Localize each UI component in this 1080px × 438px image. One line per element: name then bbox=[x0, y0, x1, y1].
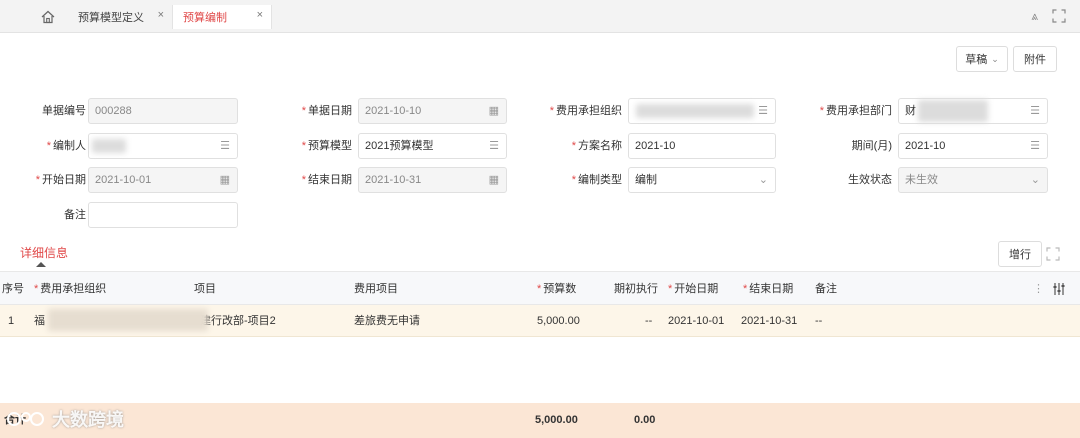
col-project: 项目 bbox=[194, 283, 216, 295]
fullscreen-icon[interactable] bbox=[1052, 9, 1066, 23]
plan-name-label: * 方案名称 bbox=[571, 140, 622, 152]
cell-seq: 1 bbox=[8, 315, 15, 327]
watermark-logo-icon bbox=[7, 412, 44, 426]
calendar-icon: ▦ bbox=[488, 105, 499, 117]
tab-bar: 预算模型定义 × 预算编制 × ⩓ bbox=[0, 0, 1080, 33]
detail-section-title[interactable]: 详细信息 bbox=[20, 244, 68, 261]
home-icon[interactable] bbox=[40, 9, 56, 25]
chevron-down-icon: ⌄ bbox=[991, 53, 999, 64]
doc-date-field: 2021-10-10 ▦ bbox=[358, 98, 507, 124]
draft-label: 草稿 bbox=[965, 54, 988, 66]
end-date-field: 2021-10-31 ▦ bbox=[358, 167, 507, 193]
list-icon[interactable]: ☰ bbox=[1030, 99, 1040, 123]
cell-start-date[interactable]: 2021-10-01 bbox=[668, 305, 724, 337]
doc-no-label: 单据编号 bbox=[42, 105, 86, 117]
table-footer-total: 合计 5,000.00 0.00 bbox=[0, 403, 1080, 438]
cell-initial-exec: -- bbox=[645, 315, 653, 327]
creator-label: * 编制人 bbox=[46, 140, 86, 152]
draft-status-dropdown[interactable]: 草稿 ⌄ bbox=[956, 46, 1008, 72]
doc-date-label: * 单据日期 bbox=[301, 105, 352, 117]
watermark-text: 大数跨境 bbox=[52, 410, 124, 430]
col-cost-org: * 费用承担组织 bbox=[34, 283, 107, 295]
col-end-date: * 结束日期 bbox=[743, 283, 794, 295]
list-icon[interactable]: ☰ bbox=[220, 134, 230, 158]
budget-model-field[interactable]: 2021预算模型 ☰ bbox=[358, 133, 507, 159]
calendar-icon: ▦ bbox=[488, 174, 499, 186]
list-icon[interactable]: ☰ bbox=[489, 134, 499, 158]
tab-label: 预算编制 bbox=[183, 12, 227, 24]
watermark: 大数跨境 bbox=[6, 404, 124, 434]
cell-budget[interactable]: 5,000.00 bbox=[537, 305, 580, 337]
cost-org-label: * 费用承担组织 bbox=[549, 105, 622, 117]
col-expense-item: 费用项目 bbox=[354, 283, 398, 295]
remark-label: 备注 bbox=[64, 209, 86, 221]
column-settings-icon[interactable]: ⋮ bbox=[1033, 272, 1044, 306]
redacted-value bbox=[636, 104, 754, 118]
doc-no-field: 000288 bbox=[88, 98, 238, 124]
redacted-value bbox=[92, 139, 126, 153]
status-label: 生效状态 bbox=[848, 174, 892, 186]
cell-end-date[interactable]: 2021-10-31 bbox=[741, 305, 797, 337]
column-filter-icon[interactable] bbox=[1052, 282, 1066, 296]
cell-expense-item[interactable]: 差旅费无申请 bbox=[354, 305, 420, 337]
add-row-button[interactable]: 增行 bbox=[998, 241, 1042, 267]
total-initial-exec: 0.00 bbox=[634, 414, 656, 426]
tab-label: 预算模型定义 bbox=[78, 12, 144, 24]
expand-icon[interactable] bbox=[1046, 247, 1060, 261]
budget-model-label: * 预算模型 bbox=[301, 140, 352, 152]
list-icon[interactable]: ☰ bbox=[758, 99, 768, 123]
col-remark: 备注 bbox=[815, 283, 837, 295]
end-date-label: * 结束日期 bbox=[301, 174, 352, 186]
total-budget: 5,000.00 bbox=[535, 414, 578, 426]
start-date-label: * 开始日期 bbox=[35, 174, 86, 186]
redacted-value bbox=[918, 100, 988, 122]
plan-name-field[interactable]: 2021-10 bbox=[628, 133, 776, 159]
prep-type-label: * 编制类型 bbox=[571, 174, 622, 186]
cell-project[interactable]: 建行改部-项目2 bbox=[200, 305, 276, 337]
cost-dept-label: * 费用承担部门 bbox=[819, 105, 892, 117]
chevron-down-icon: ⌄ bbox=[758, 174, 768, 186]
status-select: 未生效 ⌄ bbox=[898, 167, 1048, 193]
period-label: 期间(月) bbox=[851, 140, 892, 152]
redacted-value bbox=[48, 309, 208, 331]
cell-cost-org[interactable]: 福 bbox=[34, 305, 45, 337]
table-header: 序号 * 费用承担组织 项目 费用项目 * 预算数 期初执行 * 开始日期 * 结束日期… bbox=[0, 271, 1080, 305]
active-tab-indicator bbox=[36, 262, 46, 267]
close-icon[interactable]: × bbox=[257, 9, 263, 21]
prep-type-select[interactable]: 编制 ⌄ bbox=[628, 167, 776, 193]
calendar-icon: ▦ bbox=[219, 174, 230, 186]
cell-remark[interactable]: -- bbox=[815, 305, 822, 337]
col-initial-exec: 期初执行 bbox=[614, 283, 658, 295]
tab-budget-model-definition[interactable]: 预算模型定义 × bbox=[68, 5, 172, 29]
chevron-down-icon: ⌄ bbox=[1030, 174, 1040, 186]
period-field[interactable]: 2021-10 ☰ bbox=[898, 133, 1048, 159]
start-date-field: 2021-10-01 ▦ bbox=[88, 167, 238, 193]
close-icon[interactable]: × bbox=[158, 9, 164, 21]
collapse-icon[interactable]: ⩓ bbox=[1031, 9, 1038, 24]
tab-budget-preparation[interactable]: 预算编制 × bbox=[172, 5, 272, 29]
remark-input[interactable] bbox=[88, 202, 238, 228]
col-start-date: * 开始日期 bbox=[668, 283, 719, 295]
attachment-button[interactable]: 附件 bbox=[1013, 46, 1057, 72]
col-budget: * 预算数 bbox=[537, 283, 577, 295]
col-seq: 序号 bbox=[2, 283, 24, 295]
list-icon[interactable]: ☰ bbox=[1030, 134, 1040, 158]
